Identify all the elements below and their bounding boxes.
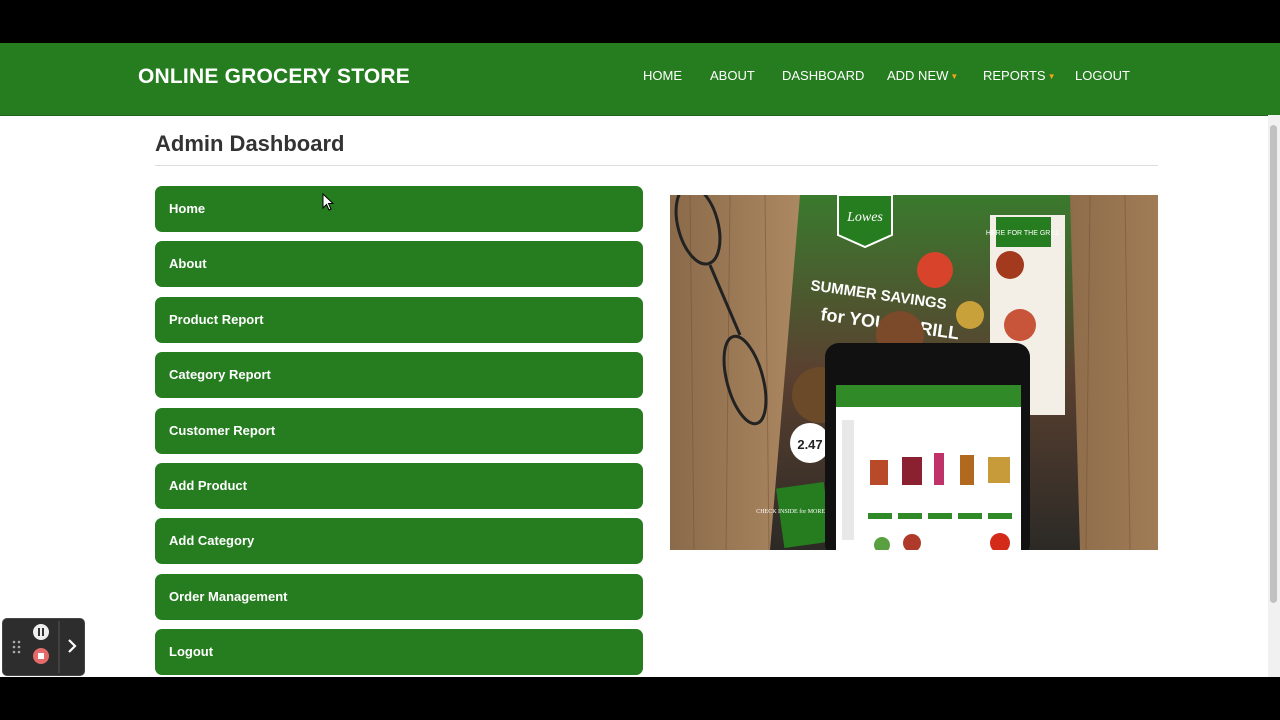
mouse-cursor-icon (322, 192, 335, 216)
brand-title[interactable]: ONLINE GROCERY STORE (138, 65, 410, 89)
drag-handle-icon[interactable] (12, 640, 21, 654)
nav-logout[interactable]: LOGOUT (1075, 68, 1130, 83)
menu-customer-report-button[interactable]: Customer Report (155, 408, 643, 454)
nav-reports-label: REPORTS (983, 68, 1046, 83)
chevron-right-icon[interactable] (68, 639, 77, 653)
scrollbar-thumb[interactable] (1270, 125, 1277, 603)
hero-logo-text: Lowes (846, 210, 883, 225)
nav-about[interactable]: ABOUT (710, 68, 755, 83)
price-badge-text: 2.47 (797, 437, 822, 452)
screen-recorder-widget (2, 618, 85, 676)
menu-home-button[interactable]: Home (155, 186, 643, 232)
title-divider (155, 165, 1158, 166)
menu-logout-button[interactable]: Logout (155, 629, 643, 675)
menu-about-button[interactable]: About (155, 241, 643, 287)
page-scrollbar[interactable] (1268, 115, 1280, 677)
stop-icon[interactable] (33, 648, 49, 664)
page-title: Admin Dashboard (155, 131, 345, 156)
pause-icon[interactable] (33, 624, 49, 640)
top-navbar: ONLINE GROCERY STORE HOME ABOUT DASHBOAR… (0, 43, 1280, 116)
menu-category-report-button[interactable]: Category Report (155, 352, 643, 398)
browser-viewport: ONLINE GROCERY STORE HOME ABOUT DASHBOAR… (0, 43, 1280, 677)
caret-down-icon: ▼ (1047, 72, 1056, 82)
hero-image: HERE FOR THE GRILL Lowes SUMMER SAVINGS … (670, 195, 1158, 550)
menu-add-category-button[interactable]: Add Category (155, 518, 643, 564)
caret-down-icon: ▼ (950, 72, 959, 82)
nav-reports[interactable]: REPORTS ▼ (983, 68, 1056, 83)
menu-order-management-button[interactable]: Order Management (155, 574, 643, 620)
nav-home[interactable]: HOME (643, 68, 682, 83)
nav-add-new[interactable]: ADD NEW ▼ (887, 68, 958, 83)
menu-add-product-button[interactable]: Add Product (155, 463, 643, 509)
menu-product-report-button[interactable]: Product Report (155, 297, 643, 343)
nav-add-new-label: ADD NEW (887, 68, 949, 83)
nav-dashboard[interactable]: DASHBOARD (782, 68, 864, 83)
side-tag-text: HERE FOR THE GRILL (986, 230, 1060, 237)
